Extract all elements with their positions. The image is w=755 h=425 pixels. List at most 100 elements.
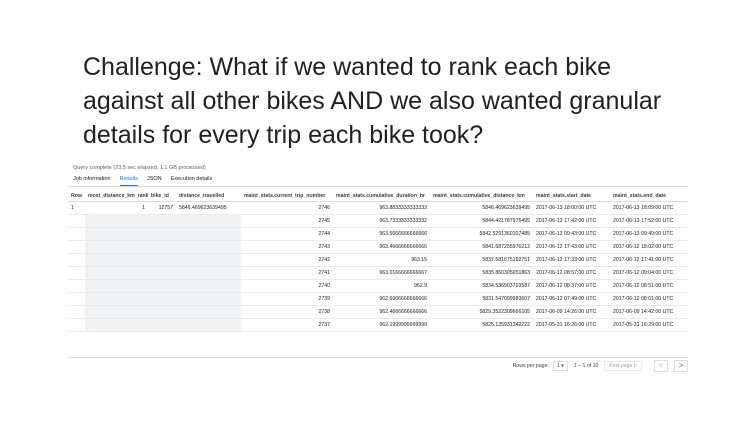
trip-number-cell: 2743 (241, 240, 333, 254)
rows-per-page-select[interactable]: 1 ▾ (552, 360, 568, 371)
start-date-cell: 2017-06-12 07:49:00 UTC (533, 292, 610, 306)
table-row: 1 1 12757 5846.469623639495 2746 963.88333333… (68, 201, 688, 215)
rank-cell (85, 279, 148, 293)
trip-number-cell: 2739 (241, 292, 333, 306)
row-number-cell (68, 305, 85, 319)
bike-id-cell: 12757 (148, 201, 176, 215)
start-date-cell: 2017-06-12 08:57:00 UTC (533, 266, 610, 280)
duration-cell: 963.0166666666667 (333, 266, 430, 280)
column-header[interactable]: bike_id (148, 190, 176, 202)
results-body: 1 1 12757 5846.469623639495 2746 963.88333333… (68, 201, 688, 332)
bike-id-cell (148, 279, 176, 293)
first-page-icon: |‹ (633, 362, 637, 369)
cumulative-distance-cell: 5825.135931342222 (430, 318, 533, 332)
table-row: 2740 962.9 5834.536903703587 2017-06-12 08:… (68, 279, 688, 293)
bike-id-cell (148, 214, 176, 228)
end-date-cell: 2017-06-09 14:42:00 UTC (610, 305, 688, 319)
distance-travelled-cell (176, 227, 241, 241)
cumulative-distance-cell: 5835.860305651863 (430, 266, 533, 280)
column-header[interactable]: maint_stats.current_trip_number (241, 190, 333, 202)
first-page-label: First page (609, 362, 633, 369)
pagination-bar: Rows per page: 1 ▾ 1 – 1 of 10 First pag… (68, 357, 688, 373)
query-status: Query complete (23.5 sec elapsed, 1.1 GB… (73, 165, 206, 171)
end-date-cell: 2017-06-12 08:01:00 UTC (610, 292, 688, 306)
previous-page-button[interactable]: < (654, 359, 668, 372)
cumulative-distance-cell: 5834.536903703587 (430, 279, 533, 293)
rank-cell: 1 (85, 201, 148, 215)
trip-number-cell: 2740 (241, 279, 333, 293)
tab-results[interactable]: Results (119, 173, 138, 186)
column-header[interactable]: Row (68, 190, 85, 202)
rank-cell (85, 253, 148, 267)
duration-cell: 963.4666666666666 (333, 240, 430, 254)
end-date-cell: 2017-05-31 16:29:00 UTC (610, 318, 688, 332)
cumulative-distance-cell: 5829.3522309666105 (430, 305, 533, 319)
row-number-cell (68, 214, 85, 228)
distance-travelled-cell (176, 253, 241, 267)
distance-travelled-cell (176, 279, 241, 293)
rank-cell (85, 292, 148, 306)
row-number-cell (68, 279, 85, 293)
distance-travelled-cell (176, 318, 241, 332)
column-header[interactable]: maint_stats.start_date (533, 190, 610, 202)
table-row: 2741 963.0166666666667 5835.860305651863 20… (68, 266, 688, 280)
bike-id-cell (148, 240, 176, 254)
cumulative-distance-cell: 5831.547099983607 (430, 292, 533, 306)
duration-cell: 962.1999999999999 (333, 318, 430, 332)
trip-number-cell: 2741 (241, 266, 333, 280)
column-header[interactable]: distance_travelled (176, 190, 241, 202)
column-header[interactable]: most_distance_km_rank (85, 190, 148, 202)
rows-per-page-label: Rows per page: (512, 362, 549, 369)
rank-cell (85, 227, 148, 241)
duration-cell: 963.5666666666666 (333, 227, 430, 241)
slide-title: Challenge: What if we wanted to rank eac… (83, 50, 723, 152)
cumulative-distance-cell: 5842.5291360107485 (430, 227, 533, 241)
row-number-cell: 1 (68, 201, 85, 215)
column-header[interactable]: maint_stats.end_date (610, 190, 688, 202)
duration-cell: 963.8833333333333 (333, 201, 430, 215)
bike-id-cell (148, 292, 176, 306)
start-date-cell: 2017-05-31 16:26:00 UTC (533, 318, 610, 332)
title-line-3: details for every trip each bike took? (83, 121, 484, 149)
row-number-cell (68, 240, 85, 254)
tab-json[interactable]: JSON (147, 173, 162, 186)
column-header[interactable]: maint_stats.cumulative_duration_hr (333, 190, 430, 202)
next-page-button[interactable]: > (674, 359, 688, 372)
start-date-cell: 2017-06-12 17:43:00 UTC (533, 240, 610, 254)
table-row: 2743 963.4666666666666 5841.687255976212 20… (68, 240, 688, 254)
rank-cell (85, 266, 148, 280)
results-table: Row most_distance_km_rank bike_id distan… (68, 190, 688, 332)
table-header-row: Row most_distance_km_rank bike_id distan… (68, 190, 688, 202)
distance-travelled-cell: 5846.469623639495 (176, 201, 241, 215)
title-line-2: against all other bikes AND we also want… (83, 87, 662, 115)
title-line-1: Challenge: What if we wanted to rank eac… (83, 53, 612, 81)
rank-cell (85, 240, 148, 254)
end-date-cell: 2017-06-12 17:41:00 UTC (610, 253, 688, 267)
bike-id-cell (148, 266, 176, 280)
end-date-cell: 2017-06-13 18:09:00 UTC (610, 201, 688, 215)
table-row: 2738 962.4666666666666 5829.3522309666105 2… (68, 305, 688, 319)
cumulative-distance-cell: 5841.687255976212 (430, 240, 533, 254)
trip-number-cell: 2745 (241, 214, 333, 228)
distance-travelled-cell (176, 266, 241, 280)
tab-job-information[interactable]: Job information (73, 173, 111, 186)
distance-travelled-cell (176, 305, 241, 319)
table-row: 2737 962.1999999999999 5825.135931342222 20… (68, 318, 688, 332)
row-number-cell (68, 227, 85, 241)
bike-id-cell (148, 253, 176, 267)
column-header[interactable]: maint_stats.cumulative_distance_km (430, 190, 533, 202)
trip-number-cell: 2737 (241, 318, 333, 332)
duration-cell: 962.9 (333, 279, 430, 293)
duration-cell: 962.6666666666666 (333, 292, 430, 306)
start-date-cell: 2017-06-13 09:43:00 UTC (533, 227, 610, 241)
end-date-cell: 2017-06-12 08:51:00 UTC (610, 279, 688, 293)
cumulative-distance-cell: 5846.469623639495 (430, 201, 533, 215)
tab-execution-details[interactable]: Execution details (171, 173, 213, 186)
cumulative-distance-cell: 5844.421787976495 (430, 214, 533, 228)
start-date-cell: 2017-06-09 14:26:00 UTC (533, 305, 610, 319)
row-number-cell (68, 292, 85, 306)
end-date-cell: 2017-06-13 17:52:00 UTC (610, 214, 688, 228)
start-date-cell: 2017-06-13 18:00:00 UTC (533, 201, 610, 215)
first-page-button[interactable]: First page |‹ (604, 360, 642, 371)
table-row: 2739 962.6666666666666 5831.547099983607 20… (68, 292, 688, 306)
